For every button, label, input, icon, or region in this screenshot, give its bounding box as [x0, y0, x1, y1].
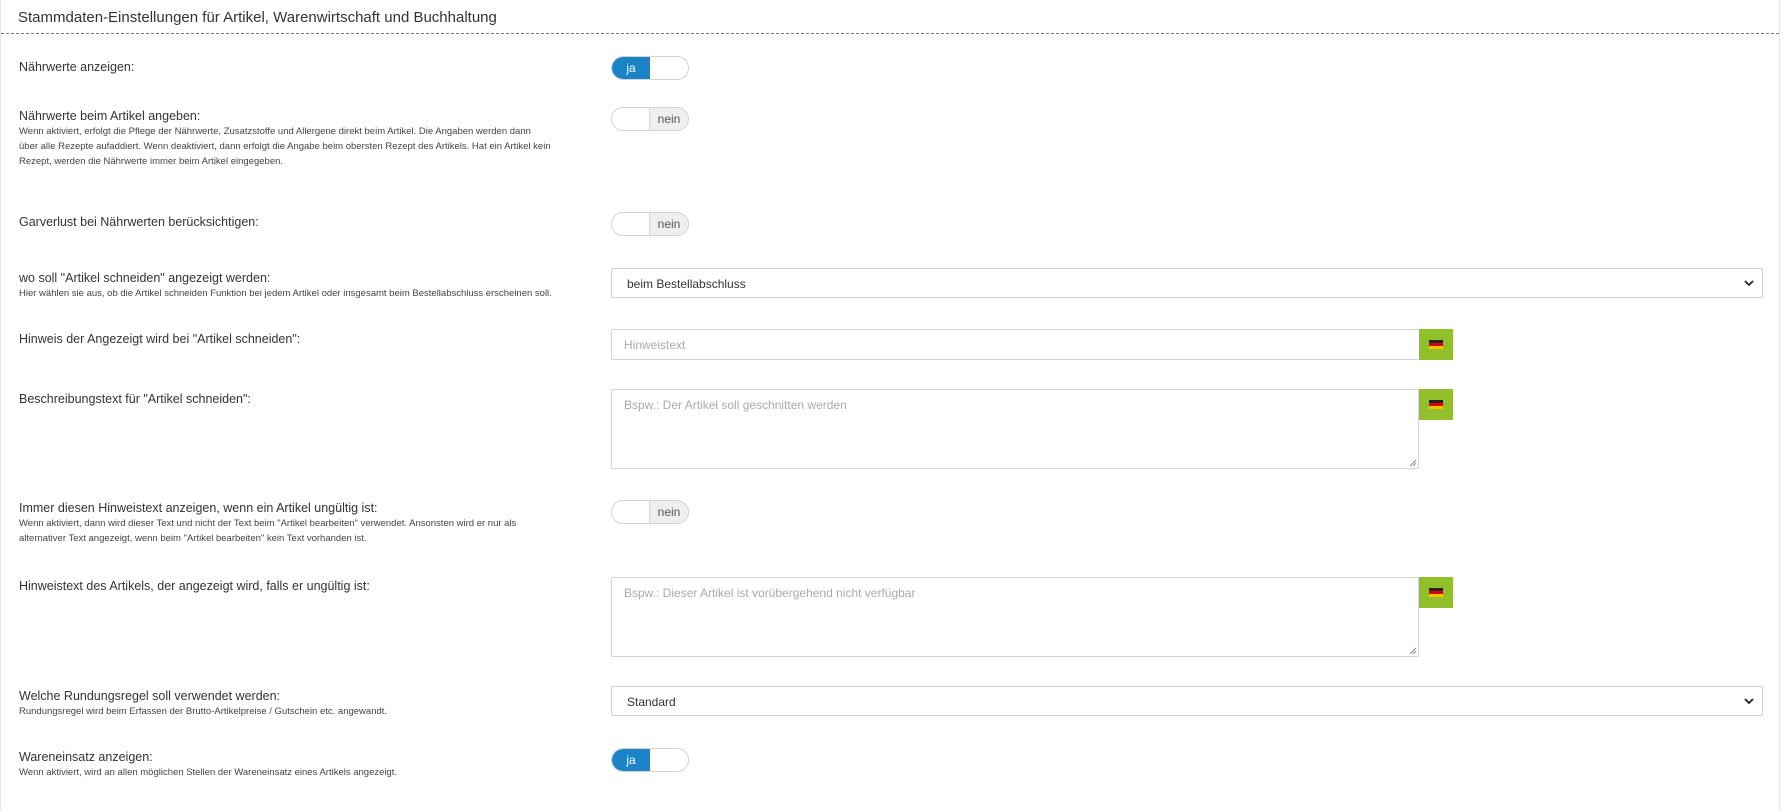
setting-label: Garverlust bei Nährwerten berücksichtige…: [19, 215, 259, 229]
setting-label: Welche Rundungsregel soll verwendet werd…: [19, 689, 281, 703]
hinweis-immer-toggle[interactable]: nein: [611, 500, 689, 524]
toggle-state-label: nein: [649, 213, 688, 235]
setting-description: alternativer Text angezeigt, wenn beim "…: [19, 533, 367, 544]
setting-label: Nährwerte beim Artikel angeben:: [19, 109, 201, 123]
hinweis-ungueltig-textarea[interactable]: [611, 577, 1419, 657]
toggle-state-label: nein: [649, 501, 688, 523]
resize-grip-icon[interactable]: [1408, 458, 1417, 467]
hinweis-schneiden-field-group: [611, 329, 1453, 360]
language-select-button[interactable]: [1419, 577, 1453, 608]
setting-label: Immer diesen Hinweistext anzeigen, wenn …: [19, 501, 378, 515]
hinweis-ungueltig-field-group: [611, 577, 1453, 657]
wareneinsatz-toggle[interactable]: ja: [611, 748, 689, 772]
toggle-state-label: ja: [612, 749, 650, 771]
artikel-schneiden-ort-select[interactable]: beim Bestellabschluss: [611, 268, 1763, 298]
setting-label: wo soll "Artikel schneiden" angezeigt we…: [19, 271, 271, 285]
setting-label: Hinweis der Angezeigt wird bei "Artikel …: [19, 332, 301, 346]
setting-description: über alle Rezepte aufaddiert. Wenn deakt…: [19, 141, 551, 152]
setting-label: Wareneinsatz anzeigen:: [19, 750, 153, 764]
flag-de-icon: [1429, 588, 1443, 597]
naehrwerte-artikel-toggle[interactable]: nein: [611, 107, 689, 131]
beschreibung-schneiden-textarea[interactable]: [611, 389, 1419, 469]
beschreibung-schneiden-field-group: [611, 389, 1453, 469]
panel-title: Stammdaten-Einstellungen für Artikel, Wa…: [1, 0, 1779, 34]
setting-description: Wenn aktiviert, dann wird dieser Text un…: [19, 518, 517, 529]
flag-de-icon: [1429, 340, 1443, 349]
setting-label: Hinweistext des Artikels, der angezeigt …: [19, 579, 370, 593]
chevron-down-icon: [1744, 698, 1754, 705]
setting-description: Hier wählen sie aus, ob die Artikel schn…: [19, 288, 552, 299]
hinweis-schneiden-input[interactable]: [611, 329, 1419, 360]
language-select-button[interactable]: [1419, 389, 1453, 420]
select-value: beim Bestellabschluss: [627, 277, 746, 291]
chevron-down-icon: [1744, 280, 1754, 287]
setting-label: Beschreibungstext für "Artikel schneiden…: [19, 392, 251, 406]
setting-description: Wenn aktiviert, wird an allen möglichen …: [19, 767, 398, 778]
flag-de-icon: [1429, 400, 1443, 409]
naehrwerte-anzeigen-toggle[interactable]: ja: [611, 56, 689, 80]
toggle-state-label: nein: [649, 108, 688, 130]
toggle-state-label: ja: [612, 57, 650, 79]
rundungsregel-select[interactable]: Standard: [611, 686, 1763, 716]
select-value: Standard: [627, 695, 676, 709]
settings-panel: Stammdaten-Einstellungen für Artikel, Wa…: [0, 0, 1780, 810]
setting-label: Nährwerte anzeigen:: [19, 60, 135, 74]
setting-description: Wenn aktiviert, erfolgt die Pflege der N…: [19, 126, 531, 137]
garverlust-toggle[interactable]: nein: [611, 212, 689, 236]
language-select-button[interactable]: [1419, 329, 1453, 360]
setting-description: Rundungsregel wird beim Erfassen der Bru…: [19, 706, 388, 717]
setting-description: Rezept, werden die Nährwerte immer beim …: [19, 156, 284, 167]
resize-grip-icon[interactable]: [1408, 646, 1417, 655]
